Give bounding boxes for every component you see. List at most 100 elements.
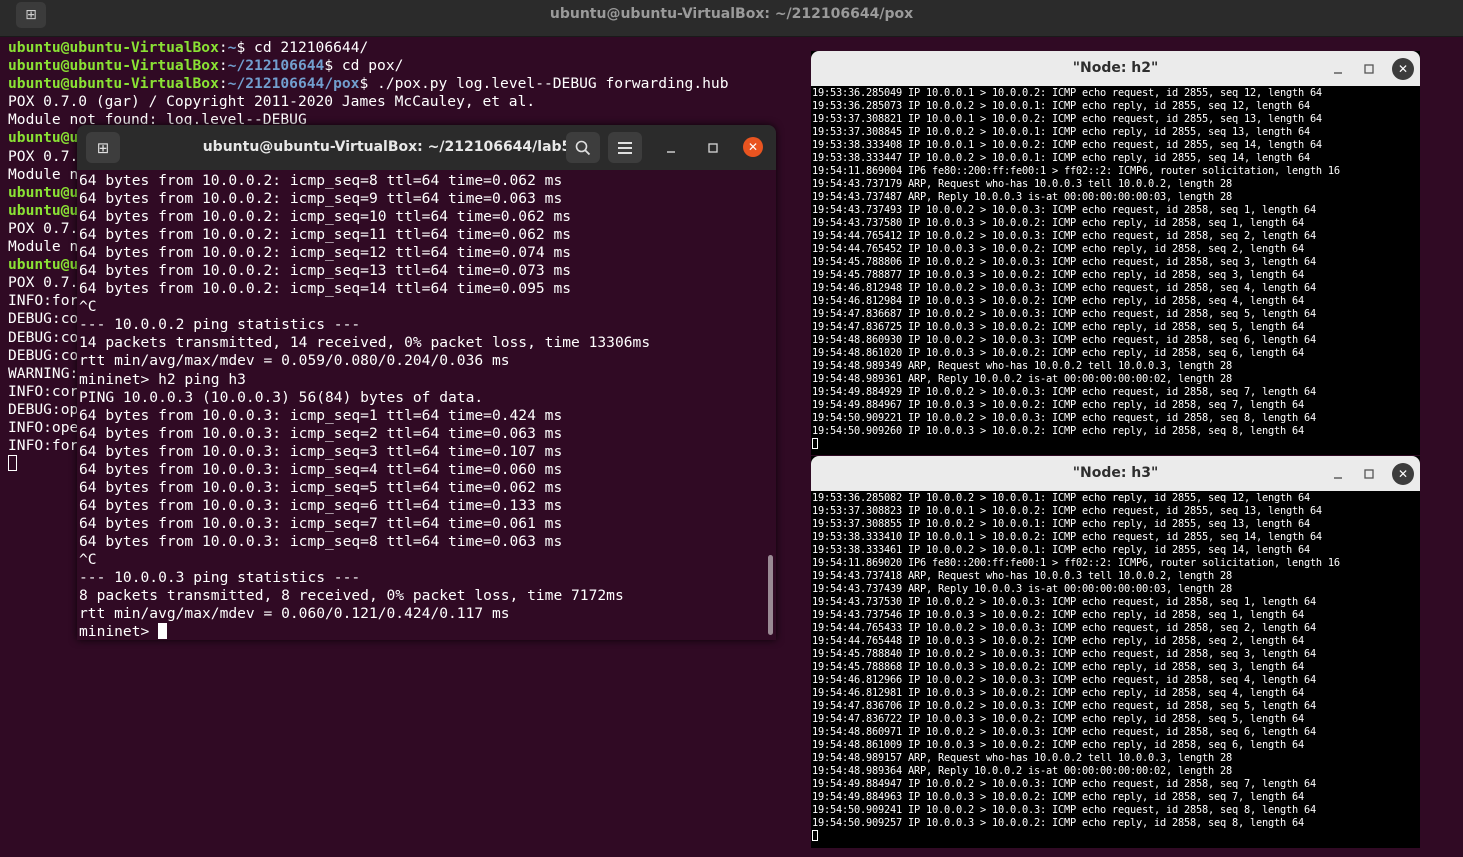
terminal-line: 64 bytes from 10.0.0.3: icmp_seq=2 ttl=6… bbox=[79, 424, 563, 442]
node-h3-titlebar[interactable]: "Node: h3" ✕ bbox=[811, 456, 1420, 491]
terminal-line: rtt min/avg/max/mdev = 0.059/0.080/0.204… bbox=[79, 352, 510, 370]
tcpdump-line: 19:54:49.884967 IP 10.0.0.3 > 10.0.0.2: … bbox=[812, 399, 1304, 411]
tcpdump-line: 19:54:46.812948 IP 10.0.0.2 > 10.0.0.3: … bbox=[812, 282, 1316, 294]
tcpdump-line: 19:54:45.788868 IP 10.0.0.3 > 10.0.0.2: … bbox=[812, 661, 1304, 673]
tcpdump-line: 19:53:38.333410 IP 10.0.0.1 > 10.0.0.2: … bbox=[812, 531, 1322, 543]
tcpdump-line: 19:54:43.737487 ARP, Reply 10.0.0.3 is-a… bbox=[812, 191, 1232, 203]
output-text: INFO:cor bbox=[8, 382, 79, 400]
maximize-icon[interactable] bbox=[1358, 463, 1380, 485]
minimize-icon[interactable] bbox=[1327, 463, 1349, 485]
scrollbar[interactable] bbox=[768, 555, 773, 635]
tcpdump-line: 19:54:43.737179 ARP, Request who-has 10.… bbox=[812, 178, 1232, 190]
maximize-icon[interactable] bbox=[1358, 58, 1380, 80]
prompt-separator: : bbox=[218, 57, 228, 75]
output-text: INFO:for bbox=[8, 292, 79, 310]
tcpdump-line: 19:54:43.737580 IP 10.0.0.3 > 10.0.0.2: … bbox=[812, 217, 1304, 229]
terminal-cursor bbox=[812, 830, 818, 841]
tcpdump-line: 19:53:38.333447 IP 10.0.0.2 > 10.0.0.1: … bbox=[812, 152, 1310, 164]
mininet-prompt: mininet> bbox=[79, 623, 159, 640]
terminal-cursor-line bbox=[812, 438, 1340, 451]
output-text: Module n bbox=[8, 165, 79, 183]
close-icon[interactable]: ✕ bbox=[743, 137, 763, 157]
terminal-line: 64 bytes from 10.0.0.2: icmp_seq=13 ttl=… bbox=[79, 262, 572, 280]
tcpdump-line: 19:54:48.860971 IP 10.0.0.2 > 10.0.0.3: … bbox=[812, 726, 1316, 738]
tcpdump-line: 19:54:11.869004 IP6 fe80::200:ff:fe00:1 … bbox=[812, 165, 1340, 177]
terminal-line: 64 bytes from 10.0.0.2: icmp_seq=9 ttl=6… bbox=[79, 190, 563, 208]
tcpdump-line: 19:53:37.308855 IP 10.0.0.2 > 10.0.0.1: … bbox=[812, 518, 1310, 530]
maximize-icon[interactable] bbox=[702, 137, 724, 159]
node-h2-window[interactable]: "Node: h2" ✕ 19:53:36.285049 IP 10.0.0.1… bbox=[811, 51, 1420, 455]
output-text: POX 0.7.0 (gar) / Copyright 2011-2020 Ja… bbox=[8, 93, 536, 111]
tcpdump-line: 19:54:45.788806 IP 10.0.0.2 > 10.0.0.3: … bbox=[812, 256, 1316, 268]
terminal-line: 8 packets transmitted, 8 received, 0% pa… bbox=[79, 587, 624, 605]
output-text: WARNING: bbox=[8, 364, 79, 382]
terminal-line: ubuntu@ubuntu-VirtualBox:~$ cd 212106644… bbox=[8, 39, 729, 57]
prompt-separator: : bbox=[218, 39, 228, 56]
terminal-line: 64 bytes from 10.0.0.2: icmp_seq=10 ttl=… bbox=[79, 208, 572, 226]
output-text: INFO:ope bbox=[8, 418, 79, 436]
tcpdump-line: 19:54:49.884963 IP 10.0.0.3 > 10.0.0.2: … bbox=[812, 791, 1304, 803]
lab5-terminal-window[interactable]: ⊞ ubuntu@ubuntu-VirtualBox: ~/212106644/… bbox=[77, 125, 776, 640]
hamburger-menu-icon[interactable] bbox=[608, 132, 642, 163]
tcpdump-line: 19:54:43.737439 ARP, Reply 10.0.0.3 is-a… bbox=[812, 583, 1232, 595]
terminal-line: 14 packets transmitted, 14 received, 0% … bbox=[79, 334, 651, 352]
tcpdump-line: 19:54:47.836722 IP 10.0.0.3 > 10.0.0.2: … bbox=[812, 713, 1304, 725]
command-text: $ ./pox.py log.level--DEBUG forwarding.h… bbox=[359, 75, 729, 93]
output-text: DEBUG:op bbox=[8, 400, 79, 418]
tcpdump-line: 19:54:47.836687 IP 10.0.0.2 > 10.0.0.3: … bbox=[812, 308, 1316, 320]
close-icon[interactable]: ✕ bbox=[1392, 463, 1414, 485]
tcpdump-line: 19:54:48.989361 ARP, Reply 10.0.0.2 is-a… bbox=[812, 373, 1232, 385]
lab5-terminal-titlebar[interactable]: ⊞ ubuntu@ubuntu-VirtualBox: ~/212106644/… bbox=[77, 125, 776, 170]
new-tab-icon[interactable]: ⊞ bbox=[86, 132, 120, 163]
terminal-cursor-line bbox=[812, 830, 1340, 843]
output-text: DEBUG:co bbox=[8, 346, 79, 364]
tcpdump-line: 19:54:44.765448 IP 10.0.0.3 > 10.0.0.2: … bbox=[812, 635, 1304, 647]
node-h2-output[interactable]: 19:53:36.285049 IP 10.0.0.1 > 10.0.0.2: … bbox=[812, 87, 1340, 451]
output-text: Module n bbox=[8, 238, 79, 256]
search-icon[interactable] bbox=[566, 132, 600, 163]
tcpdump-line: 19:54:43.737418 ARP, Request who-has 10.… bbox=[812, 570, 1232, 582]
minimize-icon[interactable] bbox=[1327, 58, 1349, 80]
tcpdump-line: 19:54:46.812981 IP 10.0.0.3 > 10.0.0.2: … bbox=[812, 687, 1304, 699]
mininet-prompt-line[interactable]: mininet> bbox=[79, 623, 650, 640]
tcpdump-line: 19:54:43.737530 IP 10.0.0.2 > 10.0.0.3: … bbox=[812, 596, 1316, 608]
prompt-separator: : bbox=[218, 75, 228, 93]
tcpdump-line: 19:53:37.308823 IP 10.0.0.1 > 10.0.0.2: … bbox=[812, 505, 1322, 517]
tcpdump-line: 19:54:11.869020 IP6 fe80::200:ff:fe00:1 … bbox=[812, 557, 1340, 569]
node-h3-output[interactable]: 19:53:36.285082 IP 10.0.0.2 > 10.0.0.1: … bbox=[812, 492, 1340, 843]
tcpdump-line: 19:54:48.989349 ARP, Request who-has 10.… bbox=[812, 360, 1232, 372]
prompt-path: ~/212106644/pox bbox=[227, 75, 360, 93]
output-text: POX 0.7. bbox=[8, 274, 79, 292]
tcpdump-line: 19:54:48.861009 IP 10.0.0.3 > 10.0.0.2: … bbox=[812, 739, 1304, 751]
tcpdump-line: 19:54:46.812966 IP 10.0.0.2 > 10.0.0.3: … bbox=[812, 674, 1316, 686]
terminal-cursor bbox=[812, 438, 818, 449]
terminal-line: rtt min/avg/max/mdev = 0.060/0.121/0.424… bbox=[79, 605, 510, 623]
prompt-user: ubuntu@u bbox=[8, 183, 79, 201]
terminal-line: 64 bytes from 10.0.0.2: icmp_seq=14 ttl=… bbox=[79, 280, 572, 298]
prompt-path: ~/212106644 bbox=[227, 57, 325, 75]
tcpdump-line: 19:54:48.989364 ARP, Reply 10.0.0.2 is-a… bbox=[812, 765, 1232, 777]
terminal-line: POX 0.7.0 (gar) / Copyright 2011-2020 Ja… bbox=[8, 93, 729, 111]
close-icon[interactable]: ✕ bbox=[1392, 58, 1414, 80]
terminal-line: 64 bytes from 10.0.0.3: icmp_seq=3 ttl=6… bbox=[79, 442, 563, 460]
tcpdump-line: 19:54:44.765433 IP 10.0.0.2 > 10.0.0.3: … bbox=[812, 622, 1316, 634]
prompt-user: ubuntu@u bbox=[8, 129, 79, 147]
tcpdump-line: 19:53:38.333408 IP 10.0.0.1 > 10.0.0.2: … bbox=[812, 139, 1322, 151]
lab5-terminal-output[interactable]: 64 bytes from 10.0.0.2: icmp_seq=8 ttl=6… bbox=[79, 172, 650, 640]
prompt-user: ubuntu@ubuntu-VirtualBox bbox=[8, 75, 219, 93]
terminal-line: PING 10.0.0.3 (10.0.0.3) 56(84) bytes of… bbox=[79, 388, 484, 406]
pox-terminal-titlebar[interactable]: ⊞ ubuntu@ubuntu-VirtualBox: ~/212106644/… bbox=[0, 0, 1463, 37]
tcpdump-line: 19:54:49.884947 IP 10.0.0.2 > 10.0.0.3: … bbox=[812, 778, 1316, 790]
prompt-user: ubuntu@ubuntu-VirtualBox bbox=[8, 39, 219, 56]
node-h3-window[interactable]: "Node: h3" ✕ 19:53:36.285082 IP 10.0.0.2… bbox=[811, 456, 1420, 848]
node-h2-titlebar[interactable]: "Node: h2" ✕ bbox=[811, 51, 1420, 86]
terminal-line: 64 bytes from 10.0.0.3: icmp_seq=4 ttl=6… bbox=[79, 460, 563, 478]
terminal-line: mininet> h2 ping h3 bbox=[79, 370, 246, 388]
command-text: $ cd pox/ bbox=[324, 57, 404, 75]
pox-terminal-title: ubuntu@ubuntu-VirtualBox: ~/212106644/po… bbox=[549, 6, 914, 22]
tcpdump-line: 19:54:50.909241 IP 10.0.0.2 > 10.0.0.3: … bbox=[812, 804, 1316, 816]
minimize-icon[interactable] bbox=[660, 137, 682, 159]
terminal-line: ubuntu@ubuntu-VirtualBox:~/212106644/pox… bbox=[8, 75, 729, 93]
tcpdump-line: 19:54:47.836706 IP 10.0.0.2 > 10.0.0.3: … bbox=[812, 700, 1316, 712]
terminal-cursor bbox=[158, 623, 168, 640]
